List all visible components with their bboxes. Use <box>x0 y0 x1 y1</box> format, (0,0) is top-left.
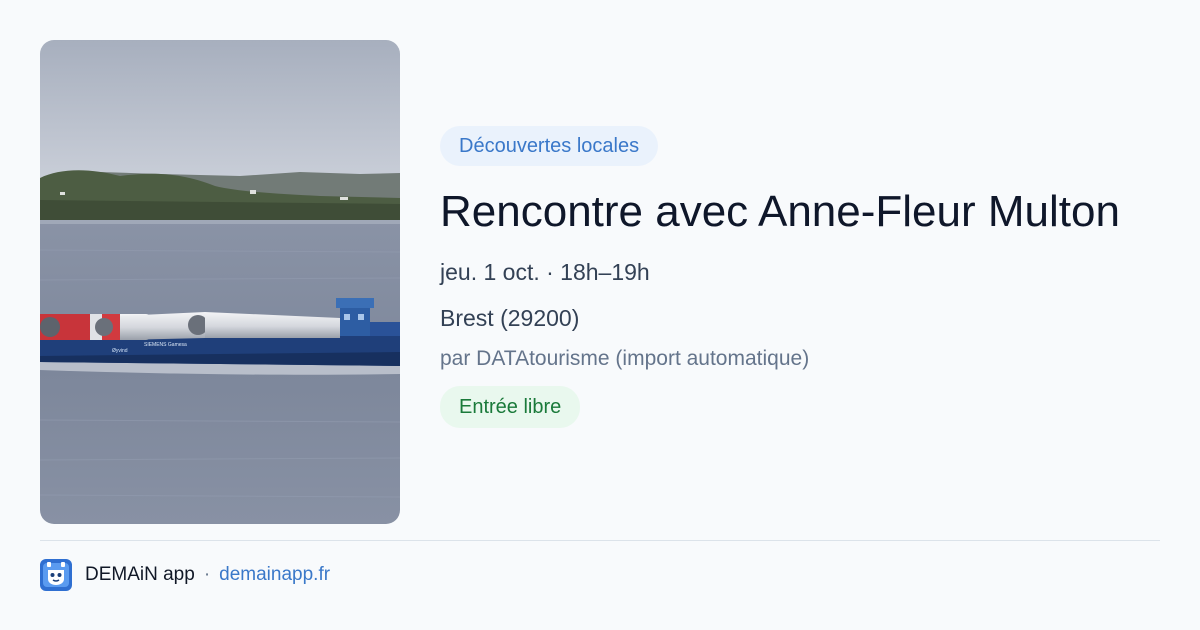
event-organizer: par DATAtourisme (import automatique) <box>440 347 810 370</box>
footer-separator: · <box>203 564 211 585</box>
event-card[interactable]: Øyvind SIEMENS Gamesa Découvertes locale… <box>40 40 1160 524</box>
event-datetime: jeu. 1 oct. · 18h–19h <box>440 259 650 285</box>
event-info: Découvertes locales Rencontre avec Anne-… <box>440 126 1160 428</box>
footer: DEMAiN app · demainapp.fr <box>40 558 330 592</box>
ship-marking-left: Øyvind <box>112 348 128 354</box>
demain-app-logo-icon <box>40 559 72 591</box>
event-location: Brest (29200) <box>440 305 580 331</box>
category-badge[interactable]: Découvertes locales <box>440 126 659 166</box>
site-link[interactable]: demainapp.fr <box>219 564 330 586</box>
event-title: Rencontre avec Anne-Fleur Multon <box>440 187 1120 236</box>
price-badge: Entrée libre <box>440 386 581 428</box>
footer-divider <box>40 540 1160 541</box>
ship-marking-right: SIEMENS Gamesa <box>144 342 187 348</box>
event-photo: Øyvind SIEMENS Gamesa <box>40 40 400 524</box>
app-name: DEMAiN app <box>85 564 195 585</box>
